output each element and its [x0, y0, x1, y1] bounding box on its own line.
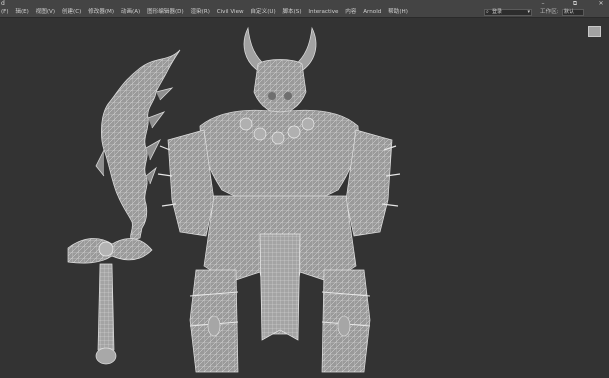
chevron-down-icon: ▾: [527, 9, 530, 15]
workspace-label: 工作区:: [540, 9, 559, 15]
menu-scripting[interactable]: 脚本(S): [282, 8, 301, 17]
menu-graph-editors[interactable]: 图形编辑器(D): [147, 8, 184, 17]
minimize-button[interactable]: –: [536, 0, 550, 8]
maximize-button[interactable]: ⧉: [568, 0, 582, 8]
menu-file[interactable]: (F): [1, 8, 9, 17]
menu-create[interactable]: 创建(C): [62, 8, 81, 17]
menu-items: (F) 辑(E) 视图(V) 创建(C) 修改器(M) 动画(A) 图形编辑器(…: [1, 8, 413, 17]
character-wireframe-model: [67, 26, 401, 373]
search-icon: ⌕: [486, 9, 489, 15]
close-button[interactable]: ✕: [594, 0, 608, 8]
menu-customize[interactable]: 自定义(U): [250, 8, 275, 17]
menu-rendering[interactable]: 渲染(R): [190, 8, 209, 17]
sign-in-label: 登录: [492, 9, 503, 15]
menu-help[interactable]: 帮助(H): [388, 8, 408, 17]
warrior-mesh: [157, 26, 401, 373]
menu-arnold[interactable]: Arnold: [363, 8, 381, 17]
menu-content[interactable]: 内容: [345, 8, 356, 17]
menu-edit[interactable]: 辑(E): [15, 8, 29, 17]
menu-civil-view[interactable]: Civil View: [217, 8, 244, 17]
sword-mesh: [67, 49, 181, 365]
title-bar: d – ⧉ ✕: [0, 0, 609, 8]
app-title: d: [1, 0, 5, 7]
sign-in-field[interactable]: ⌕ 登录 ▾: [484, 9, 532, 16]
menu-modifiers[interactable]: 修改器(M): [88, 8, 114, 17]
menu-interactive[interactable]: Interactive: [308, 8, 338, 17]
menu-bar: (F) 辑(E) 视图(V) 创建(C) 修改器(M) 动画(A) 图形编辑器(…: [0, 8, 609, 18]
menu-animation[interactable]: 动画(A): [121, 8, 140, 17]
menu-view[interactable]: 视图(V): [36, 8, 55, 17]
workspace-dropdown[interactable]: 默认: [562, 9, 584, 16]
